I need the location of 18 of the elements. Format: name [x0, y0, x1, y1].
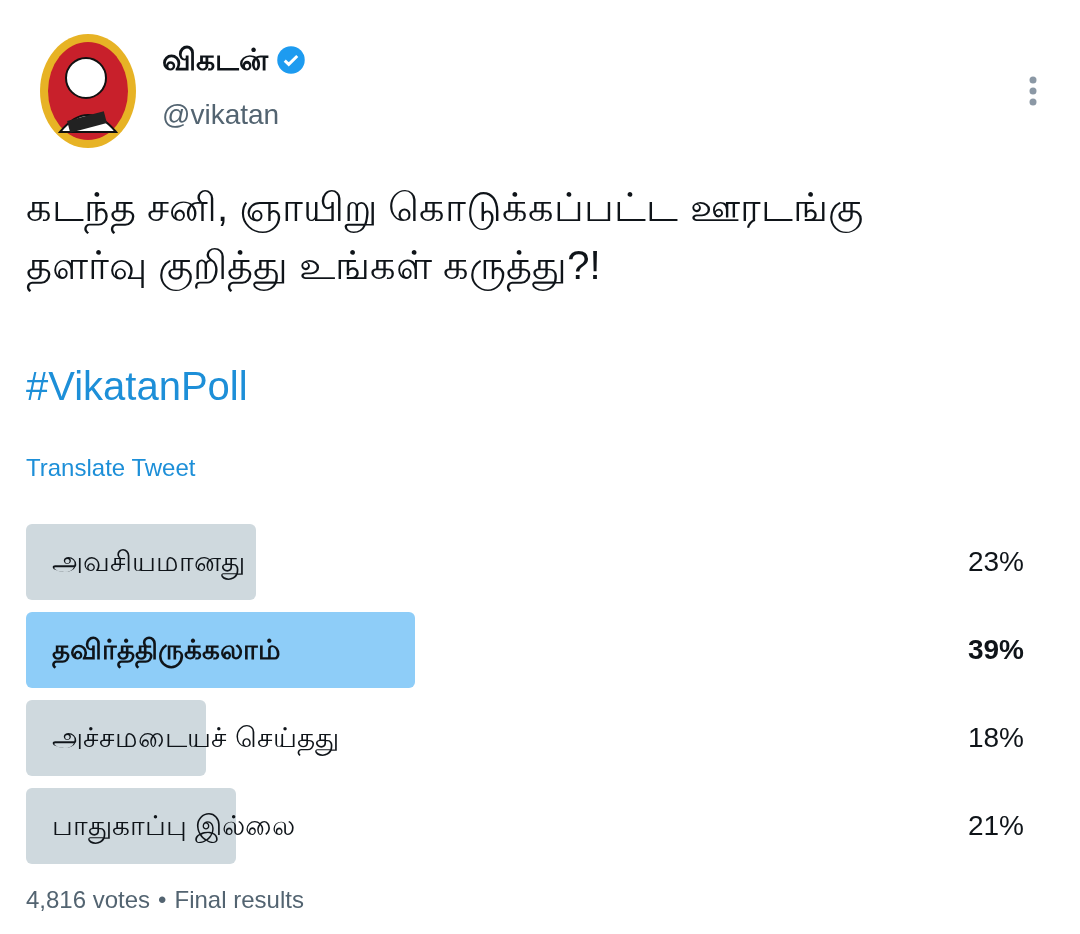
poll-status: Final results — [174, 886, 304, 913]
poll-percentage: 18% — [967, 721, 1024, 755]
more-options-icon[interactable] — [1028, 76, 1038, 106]
author-name: விகடன் — [162, 42, 268, 78]
poll-vote-count: 4,816 votes — [26, 886, 151, 913]
poll-percentage: 23% — [967, 545, 1024, 579]
avatar[interactable] — [38, 32, 138, 150]
poll-option-label: அவசியமானது — [26, 541, 245, 583]
translate-link[interactable]: Translate Tweet — [26, 454, 196, 481]
hashtag-link[interactable]: #VikatanPoll — [26, 364, 248, 408]
author-handle: @vikatan — [162, 98, 281, 132]
poll-option-label: அச்சமடையச் செய்தது — [26, 717, 339, 759]
poll-option-label: தவிர்த்திருக்கலாம் — [26, 629, 281, 671]
poll-option-label: பாதுகாப்பு இல்லை — [26, 805, 295, 847]
tweet-text: கடந்த சனி, ஞாயிறு கொடுக்கப்பட்ட ஊரடங்கு தளர்வு குறித்து உங்கள் கருத்து?! — [26, 178, 926, 294]
separator-dot: • — [158, 886, 167, 913]
poll-percentage: 21% — [967, 809, 1024, 843]
poll-percentage: 39% — [967, 633, 1024, 667]
